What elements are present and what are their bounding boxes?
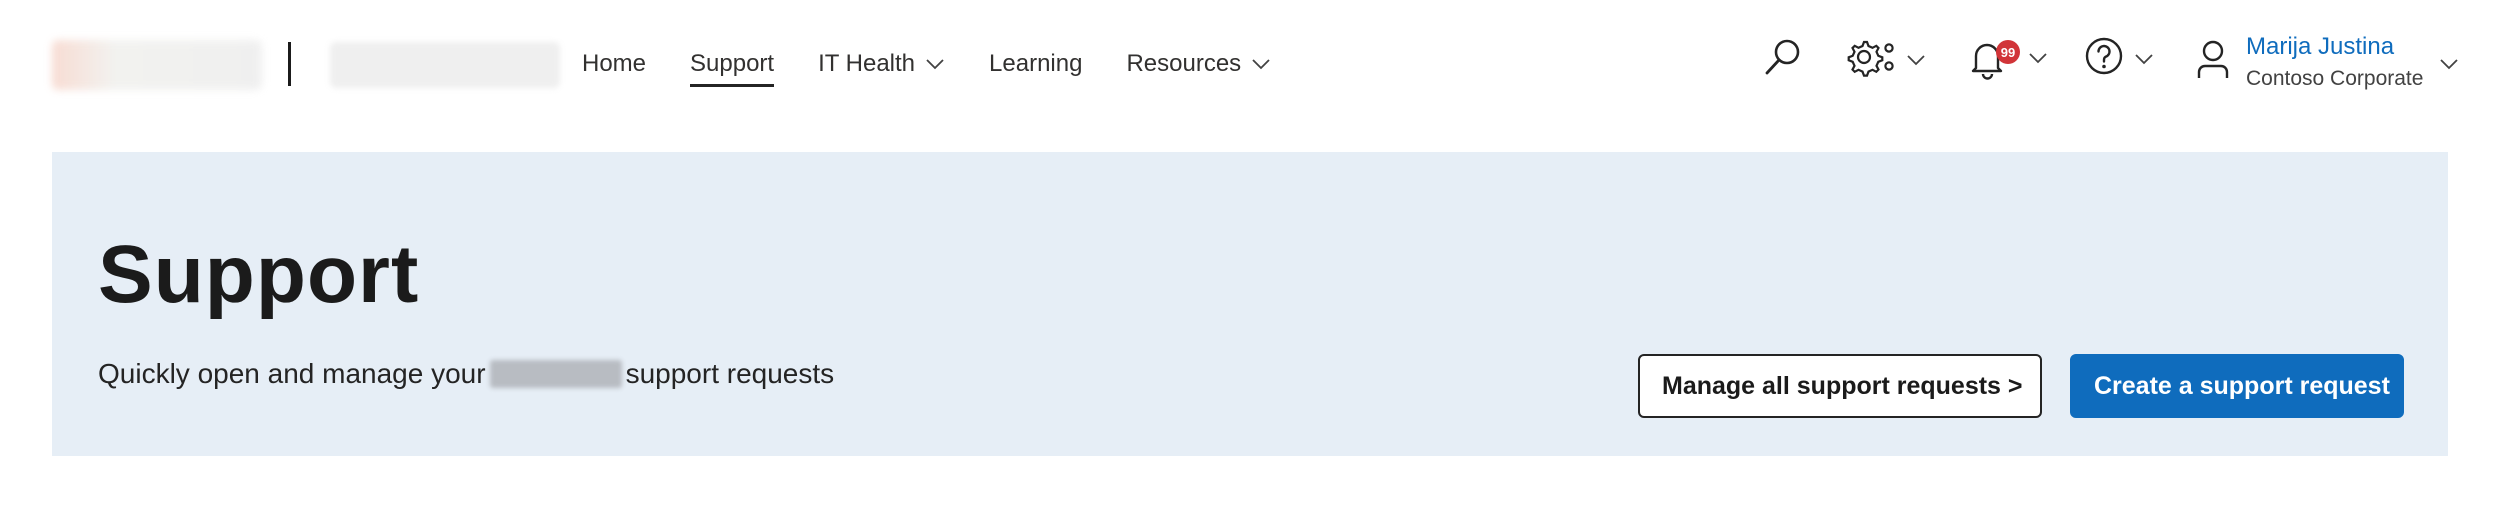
chevron-down-icon — [925, 58, 945, 70]
nav-item-home[interactable]: Home — [582, 50, 646, 78]
chevron-down-icon — [2134, 53, 2154, 65]
user-organization: Contoso Corporate — [2246, 67, 2424, 90]
help-icon — [2084, 36, 2124, 81]
nav-item-support[interactable]: Support — [690, 50, 775, 87]
create-support-request-button[interactable]: Create a support request — [2070, 354, 2404, 418]
user-account-menu[interactable]: Marija Justina Contoso Corporate — [2196, 30, 2459, 94]
bell-icon: 99 — [1966, 36, 2020, 80]
nav-item-label: Support — [690, 50, 775, 77]
nav-item-label: Resources — [1126, 50, 1242, 77]
logo-divider — [288, 42, 291, 86]
support-hero-banner: Support Quickly open and manage your sup… — [52, 152, 2448, 456]
notification-count-badge: 99 — [1996, 40, 2020, 64]
help-button[interactable] — [2084, 36, 2154, 81]
notifications-button[interactable]: 99 — [1966, 36, 2048, 80]
chevron-down-icon — [1251, 58, 1271, 70]
redacted-product-name — [489, 360, 622, 388]
nav-item-label: Home — [582, 50, 647, 77]
nav-item-resources[interactable]: Resources — [1126, 50, 1271, 78]
brand-logo[interactable] — [52, 40, 262, 90]
user-info: Marija Justina Contoso Corporate — [2246, 30, 2423, 94]
chevron-down-icon — [1906, 54, 1926, 66]
nav-item-label: IT Health — [818, 50, 916, 77]
gear-icon — [1844, 36, 1896, 83]
manage-support-requests-button[interactable]: Manage all support requests > — [1638, 354, 2042, 418]
nav-item-it-health[interactable]: IT Health — [818, 50, 945, 78]
page-subtitle: Quickly open and manage your support req… — [98, 358, 834, 390]
chevron-down-icon — [2439, 58, 2459, 94]
subtitle-text-end: support requests — [625, 358, 835, 389]
chevron-down-icon — [2028, 52, 2048, 64]
search-button[interactable] — [1762, 36, 1804, 83]
person-icon — [2196, 38, 2230, 94]
user-name: Marija Justina — [2246, 33, 2395, 60]
product-name[interactable] — [330, 42, 560, 88]
top-navigation-bar: Home Support IT Health Learning Resource… — [0, 0, 2500, 128]
nav-item-label: Learning — [989, 50, 1083, 77]
page-title: Support — [98, 229, 420, 320]
main-nav: Home Support IT Health Learning Resource… — [582, 44, 1315, 87]
search-icon — [1762, 36, 1804, 83]
subtitle-text-start: Quickly open and manage your — [98, 358, 486, 389]
nav-item-learning[interactable]: Learning — [989, 50, 1082, 78]
settings-button[interactable] — [1844, 36, 1926, 83]
